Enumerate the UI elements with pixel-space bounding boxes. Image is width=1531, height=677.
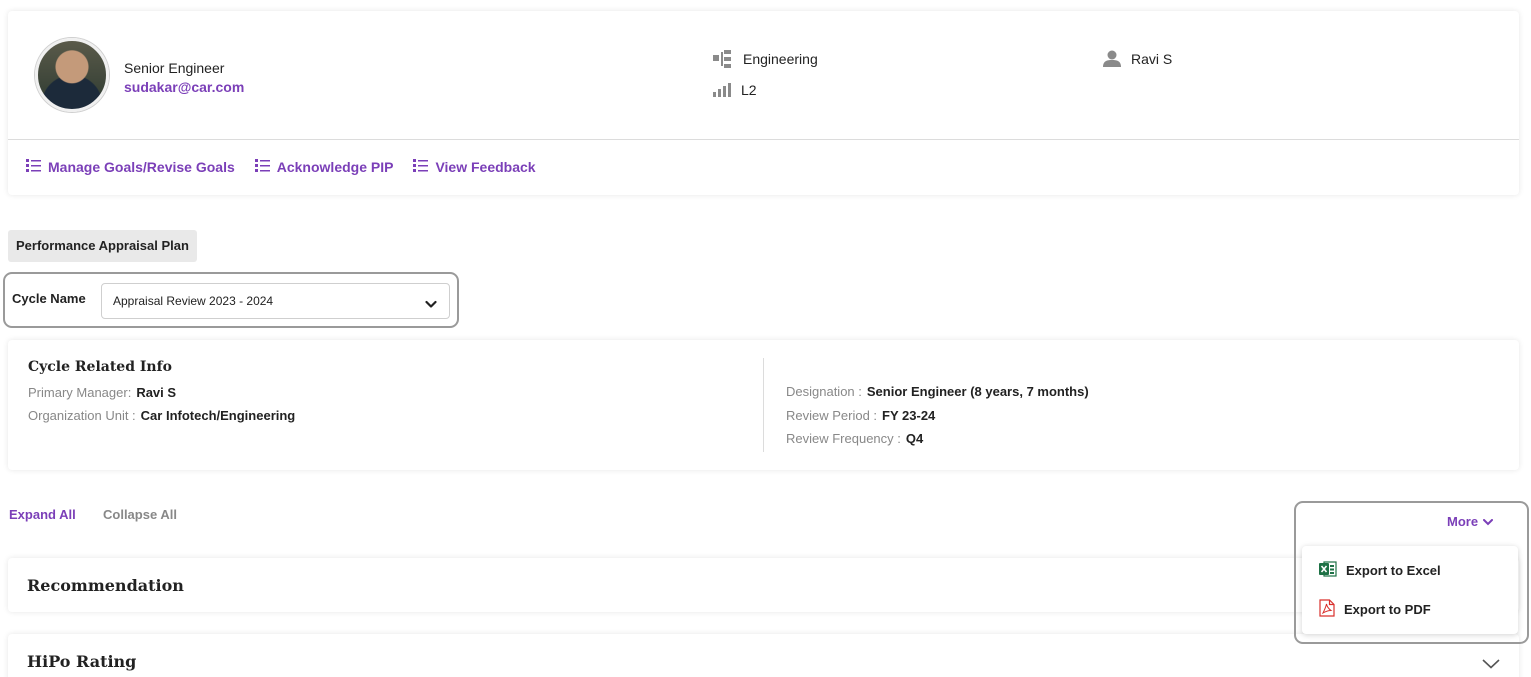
acknowledge-pip-label: Acknowledge PIP	[276, 159, 394, 175]
export-pdf-item[interactable]: Export to PDF	[1319, 599, 1431, 620]
manager-info: Ravi S	[1103, 50, 1172, 67]
export-pdf-label: Export to PDF	[1344, 602, 1431, 617]
org-unit-row: Organization Unit : Car Infotech/Engineer…	[28, 408, 295, 423]
level-label: L2	[741, 82, 757, 98]
primary-manager-value: Ravi S	[136, 385, 177, 400]
view-feedback-link[interactable]: View Feedback	[413, 159, 536, 175]
org-unit-value: Car Infotech/Engineering	[140, 408, 296, 423]
acknowledge-pip-link[interactable]: Acknowledge PIP	[254, 159, 394, 175]
review-period-row: Review Period : FY 23-24	[786, 408, 935, 423]
designation-label: Designation :	[786, 384, 862, 399]
department-label: Engineering	[743, 51, 818, 67]
chevron-down-icon	[425, 296, 437, 314]
expand-all-link[interactable]: Expand All	[9, 507, 76, 522]
review-period-label: Review Period :	[786, 408, 878, 423]
designation-row: Designation : Senior Engineer (8 years, 7…	[786, 384, 1089, 399]
cycle-name-label: Cycle Name	[12, 291, 86, 306]
export-excel-label: Export to Excel	[1346, 563, 1441, 578]
manage-goals-link[interactable]: Manage Goals/Revise Goals	[26, 159, 235, 175]
recommendation-panel[interactable]: Recommendation	[8, 558, 1519, 612]
pdf-icon	[1319, 599, 1335, 620]
list-icon	[26, 159, 41, 175]
department-info: Engineering	[713, 50, 818, 68]
designation-value: Senior Engineer (8 years, 7 months)	[866, 384, 1089, 399]
profile-actions: Manage Goals/Revise Goals Acknowledge PI…	[26, 159, 536, 175]
employee-role: Senior Engineer	[124, 60, 225, 76]
signal-bars-icon	[713, 83, 731, 97]
avatar	[35, 38, 109, 112]
list-icon	[254, 159, 270, 175]
performance-appraisal-plan-tab[interactable]: Performance Appraisal Plan	[8, 230, 197, 262]
hipo-rating-panel[interactable]: HiPo Rating	[8, 634, 1519, 677]
list-icon	[413, 159, 429, 175]
profile-header: Senior Engineer sudakar@car.com Engineer…	[8, 11, 1519, 140]
primary-manager-row: Primary Manager: Ravi S	[28, 385, 176, 400]
level-info: L2	[713, 82, 757, 98]
review-frequency-row: Review Frequency : Q4	[786, 431, 923, 446]
manager-label: Ravi S	[1131, 50, 1173, 67]
hipo-rating-title: HiPo Rating	[27, 652, 137, 671]
review-frequency-value: Q4	[905, 431, 924, 446]
employee-profile-card: Senior Engineer sudakar@car.com Engineer…	[8, 11, 1519, 195]
chevron-down-icon	[1483, 514, 1494, 529]
employee-email[interactable]: sudakar@car.com	[124, 79, 244, 95]
cycle-selector-highlight: Cycle Name Appraisal Review 2023 - 2024	[3, 272, 459, 328]
info-divider	[763, 358, 764, 452]
more-label: More	[1447, 514, 1479, 529]
review-period-value: FY 23-24	[882, 408, 936, 423]
export-menu: Export to Excel Export to PDF	[1302, 546, 1518, 634]
recommendation-title: Recommendation	[27, 576, 184, 595]
review-frequency-label: Review Frequency :	[786, 431, 901, 446]
person-icon	[1103, 50, 1121, 67]
view-feedback-label: View Feedback	[435, 159, 536, 175]
collapse-all-link[interactable]: Collapse All	[103, 507, 177, 522]
more-button[interactable]: More	[1447, 514, 1494, 529]
org-unit-label: Organization Unit :	[28, 408, 136, 423]
cycle-info-card: Cycle Related Info Primary Manager: Ravi …	[8, 340, 1519, 470]
manage-goals-label: Manage Goals/Revise Goals	[48, 159, 235, 175]
export-excel-item[interactable]: Export to Excel	[1319, 561, 1441, 580]
primary-manager-label: Primary Manager:	[28, 385, 132, 400]
org-chart-icon	[713, 50, 733, 68]
cycle-selected-value: Appraisal Review 2023 - 2024	[113, 294, 274, 308]
cycle-name-select[interactable]: Appraisal Review 2023 - 2024	[101, 283, 450, 319]
excel-icon	[1319, 561, 1337, 580]
chevron-down-icon[interactable]	[1482, 656, 1500, 674]
cycle-info-title: Cycle Related Info	[28, 359, 172, 375]
